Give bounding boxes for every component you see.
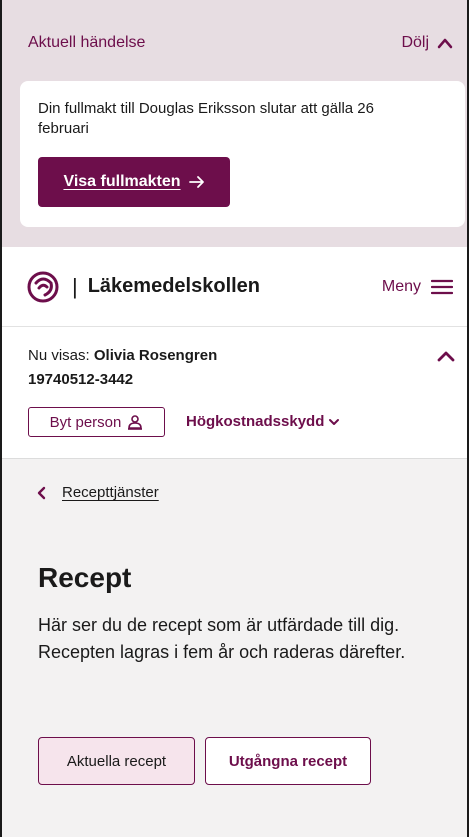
switch-person-button[interactable]: Byt person (28, 407, 165, 437)
tab-expired-prescriptions[interactable]: Utgångna recept (205, 737, 371, 785)
button-label: Visa fullmakten (63, 173, 181, 190)
page-description: Här ser du de recept som är utfärdade ti… (38, 615, 406, 662)
logo-icon (27, 271, 59, 302)
person-panel: Nu visas: Olivia Rosengren 19740512-3442… (0, 327, 469, 459)
menu-button[interactable]: Meny (382, 278, 453, 296)
hamburger-icon (431, 279, 453, 294)
hide-notice-button[interactable]: Dölj (401, 34, 453, 52)
page-title: Recept (38, 562, 132, 593)
viewing-prefix: Nu visas: (28, 347, 94, 364)
tab-label: Aktuella recept (66, 752, 167, 770)
person-name: Olivia Rosengren (93, 347, 218, 364)
tab-current-prescriptions[interactable]: Aktuella recept (38, 737, 195, 785)
tab-label: Utgångna recept (228, 752, 348, 770)
switch-person-label: Byt person (49, 413, 122, 431)
site-header: | Läkemedelskollen Meny (0, 247, 469, 327)
brand-link[interactable]: | Läkemedelskollen (26, 270, 260, 304)
notice-banner: Aktuell händelse Dölj Din fullmakt till … (0, 0, 469, 247)
arrow-right-icon (188, 176, 204, 188)
chevron-down-icon (329, 418, 340, 425)
chevron-up-icon (437, 38, 453, 49)
high-cost-protection-link[interactable]: Högkostnadsskydd (186, 413, 340, 430)
notice-title: Aktuell händelse (28, 34, 146, 51)
chevron-up-icon[interactable] (437, 349, 455, 363)
high-cost-label: Högkostnadsskydd (186, 413, 325, 430)
viewing-line: Nu visas: Olivia Rosengren (28, 347, 217, 364)
notice-header: Aktuell händelse Dölj (28, 34, 453, 52)
notice-card: Din fullmakt till Douglas Eriksson sluta… (20, 81, 465, 227)
chevron-left-icon (37, 486, 46, 499)
breadcrumb: Recepttjänster (36, 484, 159, 501)
menu-label: Meny (381, 277, 421, 295)
show-power-of-attorney-button[interactable]: Visa fullmakten (38, 157, 230, 207)
brand-separator: | (72, 273, 78, 299)
person-icon (128, 415, 143, 430)
breadcrumb-link[interactable]: Recepttjänster (62, 484, 159, 501)
hide-label: Dölj (401, 34, 429, 51)
personal-number: 19740512-3442 (28, 371, 134, 388)
notice-message: Din fullmakt till Douglas Eriksson sluta… (38, 100, 374, 137)
brand-name: Läkemedelskollen (87, 275, 261, 297)
